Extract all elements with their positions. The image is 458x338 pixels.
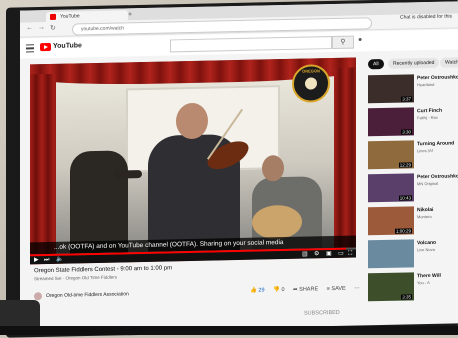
duration-badge: 1:00:29 [394,228,412,234]
recommendation-item[interactable]: 10:43 Peter Ostroushko MN Original [368,172,458,204]
youtube-favicon-icon [50,13,56,20]
recommendation-thumbnail[interactable]: 3:30 [368,107,414,137]
recommendation-subtitle: Montero [417,213,432,220]
desk-edge [0,326,458,335]
recommendation-item[interactable]: 3:37 Peter Ostroushko Heartland [368,73,458,105]
video-scene [56,76,334,254]
like-count: 29 [258,287,265,294]
curtain-right [334,67,356,259]
share-label: SHARE [299,286,319,293]
curtain-left [30,73,56,265]
duration-badge: 12:29 [398,162,412,168]
subtitles-icon[interactable]: ▤ [302,252,308,258]
recommendation-thumbnail[interactable]: 3:37 [368,74,414,104]
theater-icon[interactable]: ▭ [338,251,344,257]
recommendation-item[interactable]: 3:30 Curt Finch Faith) - Rav [368,106,458,138]
recommendation-item[interactable]: 12:29 Turning Around Lines (Af [368,139,458,171]
hat-figure [114,170,142,179]
settings-icon[interactable]: ⚙ [314,251,319,257]
recommendation-thumbnail[interactable]: 3:35 [368,272,414,302]
new-tab-icon[interactable]: + [128,11,132,18]
duration-badge: 3:30 [401,129,412,135]
volume-icon[interactable]: 🔈 [56,257,63,263]
duration-badge: 3:37 [401,96,412,102]
duration-badge: 10:43 [398,195,412,201]
reload-icon[interactable]: ↻ [50,24,56,32]
recommendation-thumbnail[interactable]: 12:29 [368,140,414,170]
recommendation-title[interactable]: Volcano [417,239,458,246]
like-button[interactable]: 👍 29 [250,287,265,293]
badge-emblem-icon [305,77,317,90]
subscribe-button[interactable]: SUBSCRIBED [304,310,340,317]
recommendation-item[interactable]: 1:00:29 Nikolai Montero [368,205,458,237]
monitor-screen: YouTube + ← → ↻ youtube.com/watch YouTub… [20,1,458,333]
video-title: Oregon State Fiddlers Contest - 9:00 am … [34,265,173,275]
recommendation-subtitle: MN Original [417,180,439,187]
back-icon[interactable]: ← [26,24,33,31]
recommendation-thumbnail[interactable]: 1:00:29 [368,206,414,236]
tab-title: YouTube [60,13,80,20]
chat-disabled-note: Chat is disabled for this [400,13,452,21]
badge-text: OREGON [302,68,320,74]
recommendation-subtitle: You - A [417,280,430,286]
microphone-icon[interactable]: ● [358,36,362,43]
search-input[interactable] [170,36,332,53]
share-button[interactable]: ➦ SHARE [293,286,318,293]
youtube-wordmark[interactable]: YouTube [53,42,82,50]
recommendation-title[interactable]: Turning Around [417,140,458,147]
video-actions: 👍 29 👎 0 ➦ SHARE ≡ SAVE ⋯ [250,285,367,293]
recommendation-item[interactable]: Volcano Live Nova [368,238,458,270]
chip-watched[interactable]: Watched [440,57,458,68]
play-icon[interactable]: ▶ [34,257,39,263]
menu-icon[interactable] [26,44,34,53]
video-player[interactable]: OREGON ...ok (OOTFA) and on YouTube chan… [30,57,356,265]
miniplayer-icon[interactable]: ▣ [326,251,332,257]
channel-avatar[interactable] [34,292,42,301]
bass-player-figure [70,150,128,254]
recommendation-thumbnail[interactable] [368,239,414,269]
filter-chips: All Recently uploaded Watched [368,57,458,71]
recommendation-thumbnail[interactable]: 10:43 [368,173,414,203]
video-meta: Streamed live · Oregon Old Time Fiddlers [34,274,118,282]
fullscreen-icon[interactable]: ⛶ [348,251,352,257]
recommendation-item[interactable]: 3:35 There Will You - A [368,271,458,303]
dislike-button[interactable]: 👎 0 [273,287,284,293]
channel-name[interactable]: Oregon Old-time Fiddlers Association [46,291,129,299]
recommendation-subtitle: Heartland [417,81,435,88]
chip-all[interactable]: All [368,58,384,70]
dislike-count: 0 [281,287,285,294]
recommendation-title[interactable]: There Will [417,272,458,279]
save-label: SAVE [331,285,346,293]
more-icon[interactable]: ⋯ [354,285,360,291]
recommendation-subtitle: Faith) - Rav [417,114,438,121]
duration-badge: 3:35 [401,294,412,300]
recommendation-title[interactable]: Curt Finch [417,107,458,115]
save-button[interactable]: ≡ SAVE [327,286,346,292]
youtube-logo-icon[interactable] [40,42,51,52]
recommendation-subtitle: Live Nova [417,246,435,253]
recommendation-title[interactable]: Nikolai [417,206,458,213]
recommendation-title[interactable]: Peter Ostroushko [417,74,458,81]
chip-recently-uploaded[interactable]: Recently uploaded [388,57,440,69]
recommendation-subtitle: Lines (Af [417,147,433,154]
search-icon[interactable]: ⚲ [332,35,354,50]
recommendation-title[interactable]: Peter Ostroushko [417,173,458,180]
forward-icon[interactable]: → [38,24,45,31]
next-icon[interactable]: ⏭ [44,257,49,263]
